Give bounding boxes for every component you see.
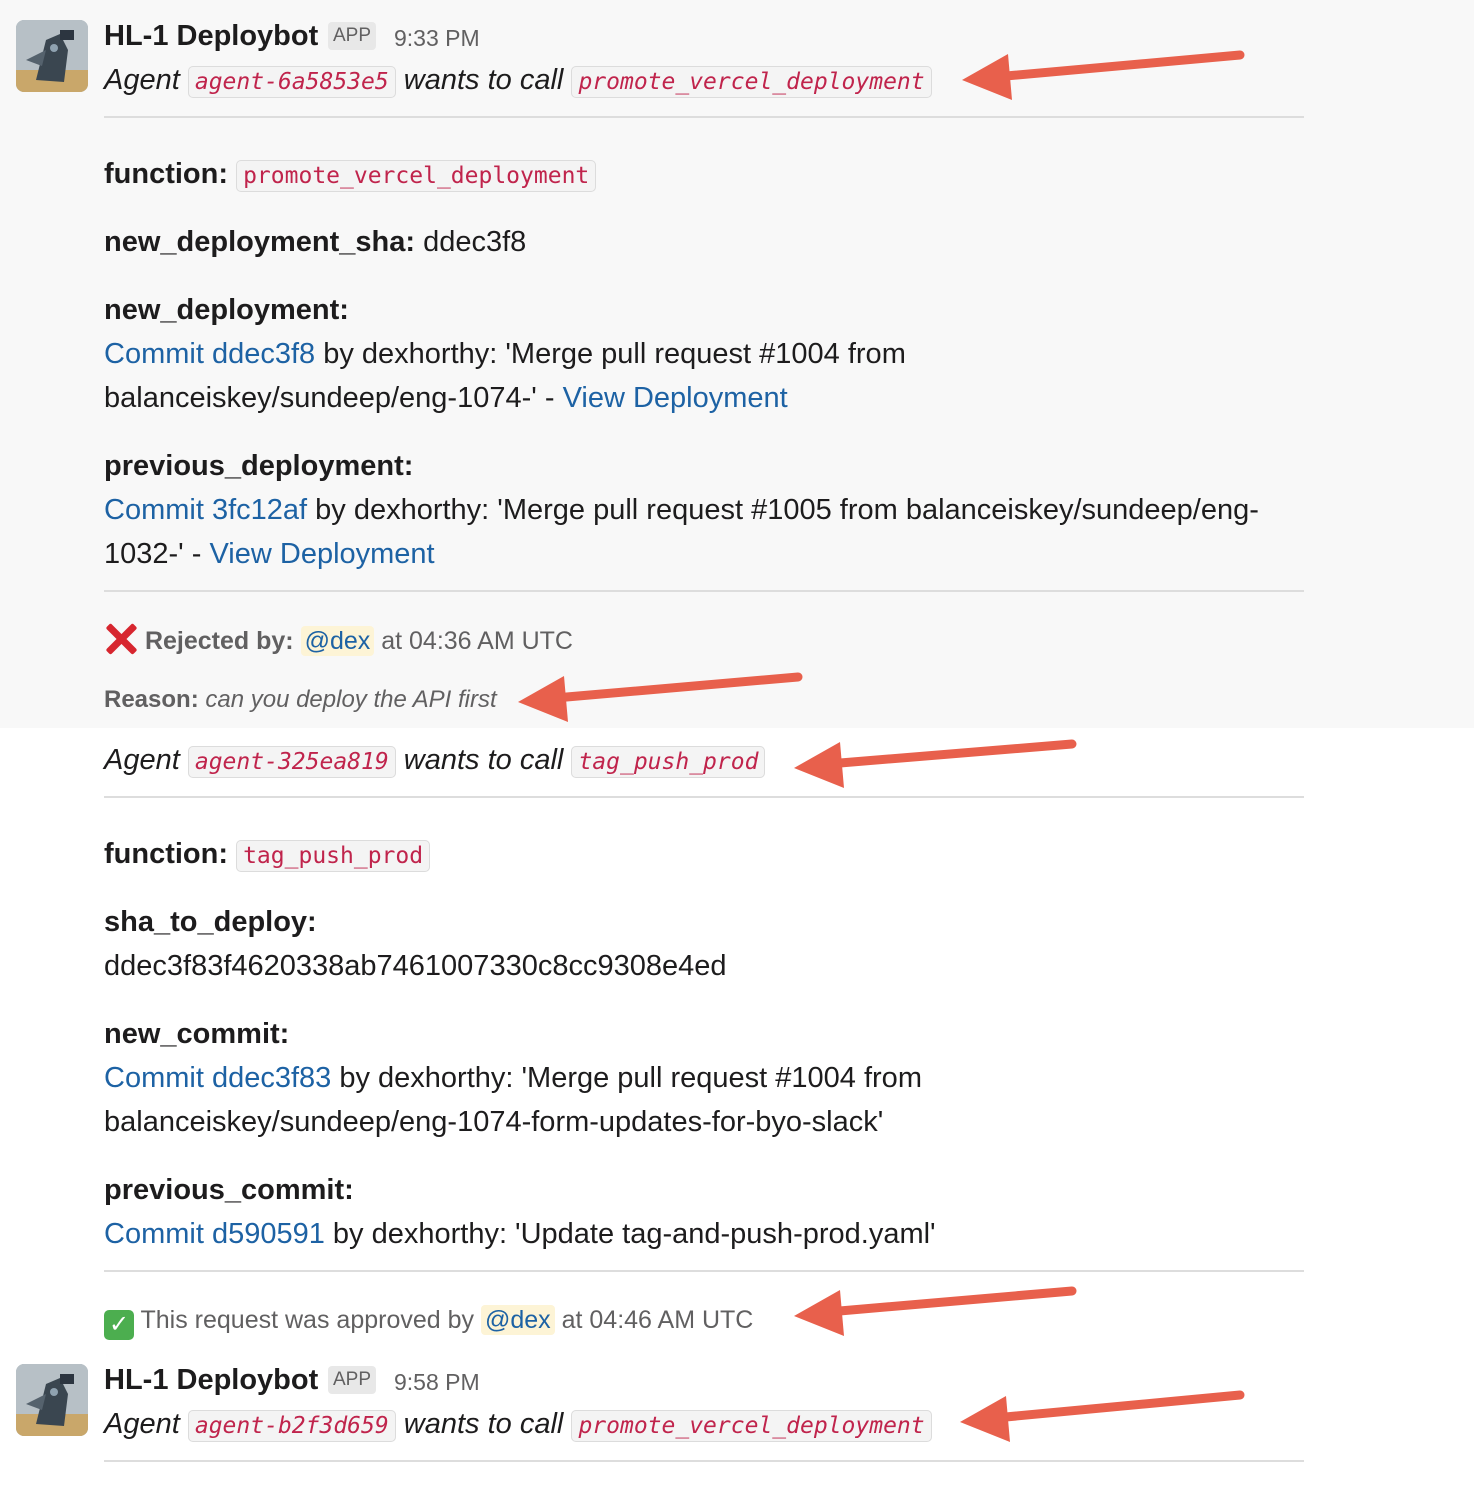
annotation-arrow (962, 50, 1245, 100)
annotation-arrow (960, 1390, 1245, 1442)
annotation-arrow (794, 739, 1077, 788)
annotation-arrow (518, 672, 803, 722)
annotation-arrows (518, 50, 1245, 1442)
annotation-arrow (794, 1286, 1077, 1336)
